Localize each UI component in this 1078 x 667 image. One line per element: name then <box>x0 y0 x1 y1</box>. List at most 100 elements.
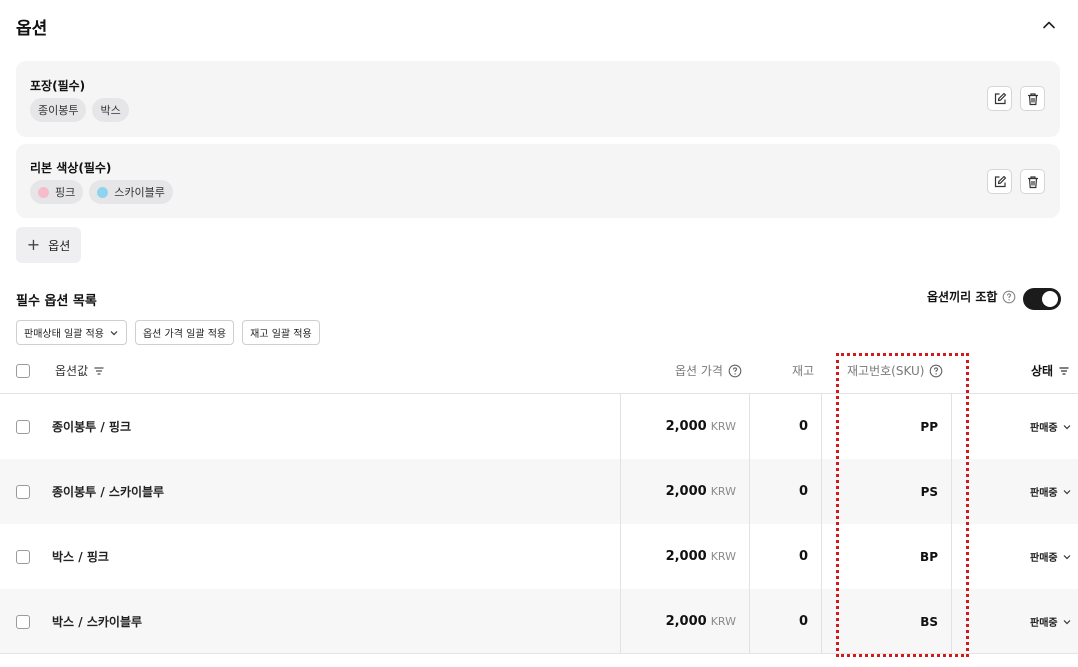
header-sku-label: 재고번호(SKU) <box>847 364 925 378</box>
chevron-down-icon <box>110 330 118 335</box>
option-group-card: 리본 색상(필수) 핑크 스카이블루 <box>16 144 1060 218</box>
option-group-card: 포장(필수) 종이봉투 박스 <box>16 61 1060 137</box>
edit-button[interactable] <box>987 169 1012 194</box>
bulk-price-label: 옵션 가격 일괄 적용 <box>142 329 227 340</box>
bulk-price-button[interactable]: 옵션 가격 일괄 적용 <box>134 320 235 345</box>
option-group-name: 리본 색상(필수) <box>30 161 112 175</box>
filter-icon[interactable] <box>93 365 105 377</box>
status-label: 판매중 <box>1030 423 1058 434</box>
delete-button[interactable] <box>1020 86 1045 111</box>
row-stock[interactable]: 0 <box>750 589 808 654</box>
filter-icon[interactable] <box>1058 365 1070 377</box>
row-price[interactable]: 2,000 KRW <box>620 459 736 524</box>
status-label: 판매중 <box>1030 553 1058 564</box>
add-option-button[interactable]: + 옵션 <box>16 227 81 263</box>
header-option-value: 옵션값 <box>55 362 105 379</box>
chevron-down-icon <box>1063 619 1071 624</box>
row-sku[interactable]: BS <box>822 589 938 654</box>
row-checkbox[interactable] <box>16 615 30 629</box>
column-divider <box>951 394 952 653</box>
header-price-label: 옵션 가격 <box>675 364 723 378</box>
row-status-dropdown[interactable]: 판매중 <box>1030 394 1072 459</box>
column-divider <box>620 394 621 653</box>
header-status: 상태 <box>1031 362 1070 379</box>
help-icon[interactable] <box>728 364 742 378</box>
edit-icon <box>994 175 1006 187</box>
add-option-label: 옵션 <box>48 238 71 253</box>
price-value: 2,000 <box>665 484 707 499</box>
price-value: 2,000 <box>665 549 707 564</box>
table-row: 종이봉투 / 스카이블루 2,000 KRW 0 PS 판매중 <box>0 459 1078 524</box>
header-stock: 재고 <box>792 362 814 379</box>
row-price[interactable]: 2,000 KRW <box>620 524 736 589</box>
combine-label: 옵션끼리 조합 <box>927 290 998 304</box>
bulk-stock-button[interactable]: 재고 일괄 적용 <box>242 320 320 345</box>
combine-toggle[interactable] <box>1023 288 1061 310</box>
currency-label: KRW <box>710 550 736 563</box>
option-value-chip: 스카이블루 <box>89 180 173 204</box>
toggle-knob <box>1042 291 1058 307</box>
currency-label: KRW <box>710 615 736 628</box>
trash-icon <box>1027 92 1038 105</box>
bulk-status-dropdown[interactable]: 판매상태 일괄 적용 <box>16 320 127 345</box>
row-price[interactable]: 2,000 KRW <box>620 394 736 459</box>
row-checkbox[interactable] <box>16 550 30 564</box>
row-sku[interactable]: PS <box>822 459 938 524</box>
header-price: 옵션 가격 <box>675 362 742 379</box>
bulk-actions: 판매상태 일괄 적용 옵션 가격 일괄 적용 재고 일괄 적용 <box>16 320 320 345</box>
option-list-title: 필수 옵션 목록 <box>16 294 97 309</box>
chevron-up-icon[interactable] <box>1040 16 1058 34</box>
bulk-status-label: 판매상태 일괄 적용 <box>24 329 104 340</box>
option-value-chips: 핑크 스카이블루 <box>30 180 173 204</box>
color-swatch-skyblue <box>97 186 109 198</box>
section-title: 옵션 <box>16 19 48 39</box>
chip-label: 핑크 <box>55 186 76 199</box>
trash-icon <box>1027 175 1038 188</box>
table-row: 박스 / 핑크 2,000 KRW 0 BP 판매중 <box>0 524 1078 589</box>
delete-button[interactable] <box>1020 169 1045 194</box>
row-stock[interactable]: 0 <box>750 459 808 524</box>
option-value-chip: 핑크 <box>30 180 84 204</box>
currency-label: KRW <box>710 420 736 433</box>
status-label: 판매중 <box>1030 488 1058 499</box>
help-icon[interactable] <box>1002 290 1016 304</box>
edit-icon <box>994 92 1006 104</box>
row-price[interactable]: 2,000 KRW <box>620 589 736 654</box>
price-value: 2,000 <box>665 419 707 434</box>
row-status-dropdown[interactable]: 판매중 <box>1030 459 1072 524</box>
option-value-chip: 박스 <box>92 98 129 122</box>
row-sku[interactable]: BP <box>822 524 938 589</box>
edit-button[interactable] <box>987 86 1012 111</box>
card-actions <box>987 169 1045 194</box>
price-value: 2,000 <box>665 614 707 629</box>
row-checkbox[interactable] <box>16 485 30 499</box>
row-option-value: 종이봉투 / 핑크 <box>52 420 131 434</box>
header-option-value-label: 옵션값 <box>55 364 89 378</box>
column-divider <box>749 394 750 653</box>
chip-label: 종이봉투 <box>38 104 79 117</box>
card-actions <box>987 86 1045 111</box>
option-value-chip: 종이봉투 <box>30 98 87 122</box>
combine-options: 옵션끼리 조합 <box>927 288 1016 305</box>
status-label: 판매중 <box>1030 618 1058 629</box>
row-option-value: 박스 / 핑크 <box>52 550 109 564</box>
chevron-down-icon <box>1063 489 1071 494</box>
header-status-label: 상태 <box>1031 364 1054 378</box>
chip-label: 스카이블루 <box>114 186 165 199</box>
select-all-checkbox[interactable] <box>16 364 30 378</box>
bulk-stock-label: 재고 일괄 적용 <box>250 329 312 340</box>
row-checkbox[interactable] <box>16 420 30 434</box>
row-option-value: 박스 / 스카이블루 <box>52 615 143 629</box>
row-status-dropdown[interactable]: 판매중 <box>1030 524 1072 589</box>
row-stock[interactable]: 0 <box>750 394 808 459</box>
row-sku[interactable]: PP <box>822 394 938 459</box>
option-group-name: 포장(필수) <box>30 79 86 93</box>
option-value-chips: 종이봉투 박스 <box>30 98 129 122</box>
row-stock[interactable]: 0 <box>750 524 808 589</box>
color-swatch-pink <box>38 186 49 198</box>
help-icon[interactable] <box>929 364 943 378</box>
row-status-dropdown[interactable]: 판매중 <box>1030 589 1072 654</box>
table-bottom-divider <box>0 653 1078 654</box>
table-row: 박스 / 스카이블루 2,000 KRW 0 BS 판매중 <box>0 589 1078 653</box>
chip-label: 박스 <box>100 104 121 117</box>
